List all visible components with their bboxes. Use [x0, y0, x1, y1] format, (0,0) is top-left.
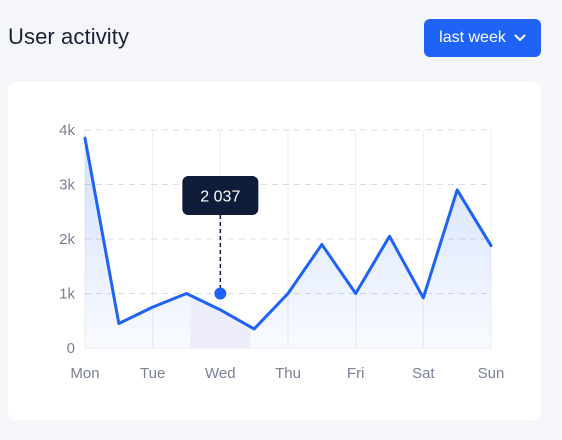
x-tick-label-sun: Sun	[478, 365, 505, 382]
time-range-dropdown[interactable]: last week	[424, 19, 541, 57]
y-tick-label: 3k	[59, 177, 75, 194]
tooltip-value: 2 037	[200, 189, 240, 206]
y-tick-label: 2k	[59, 231, 75, 248]
activity-chart: 0 1k 2k 3k 4k Mon Tue Wed Thu Fri Sat Sun 2 037	[59, 122, 505, 382]
x-tick-label-wed: Wed	[205, 365, 236, 382]
chart-card: 0 1k 2k 3k 4k Mon Tue Wed Thu Fri Sat Sun 2 037	[8, 82, 541, 420]
x-tick-label-sat: Sat	[412, 365, 435, 382]
x-tick-label-tue: Tue	[140, 365, 165, 382]
y-tick-label: 0	[67, 340, 75, 357]
y-tick-label: 4k	[59, 122, 75, 139]
highlight-point	[214, 287, 227, 300]
y-tick-label: 1k	[59, 286, 75, 303]
x-tick-label-mon: Mon	[70, 365, 99, 382]
x-tick-label-thu: Thu	[275, 365, 301, 382]
x-tick-label-fri: Fri	[347, 365, 365, 382]
page-title: User activity	[8, 24, 130, 49]
time-range-label: last week	[439, 29, 506, 46]
chevron-down-icon	[514, 34, 526, 41]
